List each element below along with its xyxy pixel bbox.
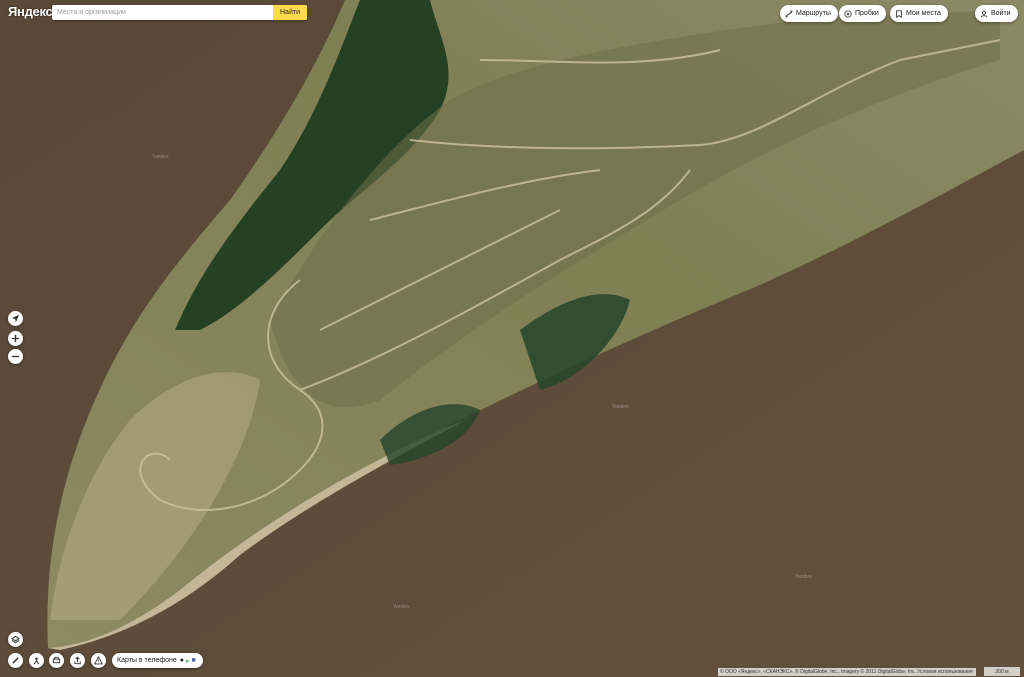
map-watermark: Yandex bbox=[795, 574, 812, 580]
share-icon bbox=[74, 656, 81, 665]
search-box: Найти bbox=[52, 5, 307, 20]
map-watermark: Yandex bbox=[393, 604, 410, 610]
zoom-in-button[interactable] bbox=[8, 331, 23, 346]
map-watermark: Yandex bbox=[152, 154, 169, 160]
routes-button[interactable]: Маршруты bbox=[780, 5, 838, 22]
plus-icon bbox=[11, 334, 20, 343]
login-label: Войти bbox=[991, 10, 1011, 17]
layers-icon bbox=[11, 635, 20, 644]
copyright-notice[interactable]: © ООО «Яндекс», «СКАНЭКС», © DigitalGlob… bbox=[718, 668, 976, 676]
panorama-button[interactable] bbox=[29, 653, 44, 668]
ruler-icon bbox=[12, 657, 19, 664]
routes-label: Маршруты bbox=[796, 10, 831, 17]
yandex-logo[interactable]: Яндекс bbox=[8, 4, 53, 19]
windows-icon: ■ bbox=[191, 657, 196, 664]
geolocation-arrow-icon bbox=[11, 314, 20, 323]
login-button[interactable]: Войти bbox=[975, 5, 1018, 22]
my-places-button[interactable]: Мои места bbox=[890, 5, 948, 22]
feedback-button[interactable] bbox=[91, 653, 106, 668]
search-button[interactable]: Найти bbox=[273, 5, 307, 20]
mobile-label: Карты в телефоне bbox=[117, 657, 177, 664]
ruler-button[interactable] bbox=[8, 653, 23, 668]
bookmark-icon bbox=[895, 9, 903, 18]
zoom-out-button[interactable] bbox=[8, 349, 23, 364]
traffic-light-icon bbox=[844, 9, 852, 18]
traffic-label: Пробки bbox=[855, 10, 879, 17]
printer-icon bbox=[52, 656, 61, 664]
my-places-label: Мои места bbox=[906, 10, 941, 17]
map-watermark: Yandex bbox=[612, 404, 629, 410]
warning-icon bbox=[94, 656, 103, 665]
scale-bar: 200 м bbox=[984, 667, 1020, 676]
search-input[interactable] bbox=[52, 5, 273, 20]
share-button[interactable] bbox=[70, 653, 85, 668]
layers-button[interactable] bbox=[8, 632, 23, 647]
locate-button[interactable] bbox=[8, 311, 23, 326]
minus-icon bbox=[11, 355, 20, 358]
android-icon: ▸ bbox=[185, 657, 190, 665]
user-icon bbox=[980, 10, 988, 18]
satellite-map[interactable] bbox=[0, 0, 1024, 677]
mobile-app-button[interactable]: Карты в телефоне ● ▸ ■ bbox=[112, 653, 203, 668]
traffic-button[interactable]: Пробки bbox=[839, 5, 886, 22]
apple-icon: ● bbox=[179, 657, 184, 664]
print-button[interactable] bbox=[49, 653, 64, 668]
panorama-icon bbox=[33, 657, 40, 665]
route-icon bbox=[785, 10, 793, 18]
